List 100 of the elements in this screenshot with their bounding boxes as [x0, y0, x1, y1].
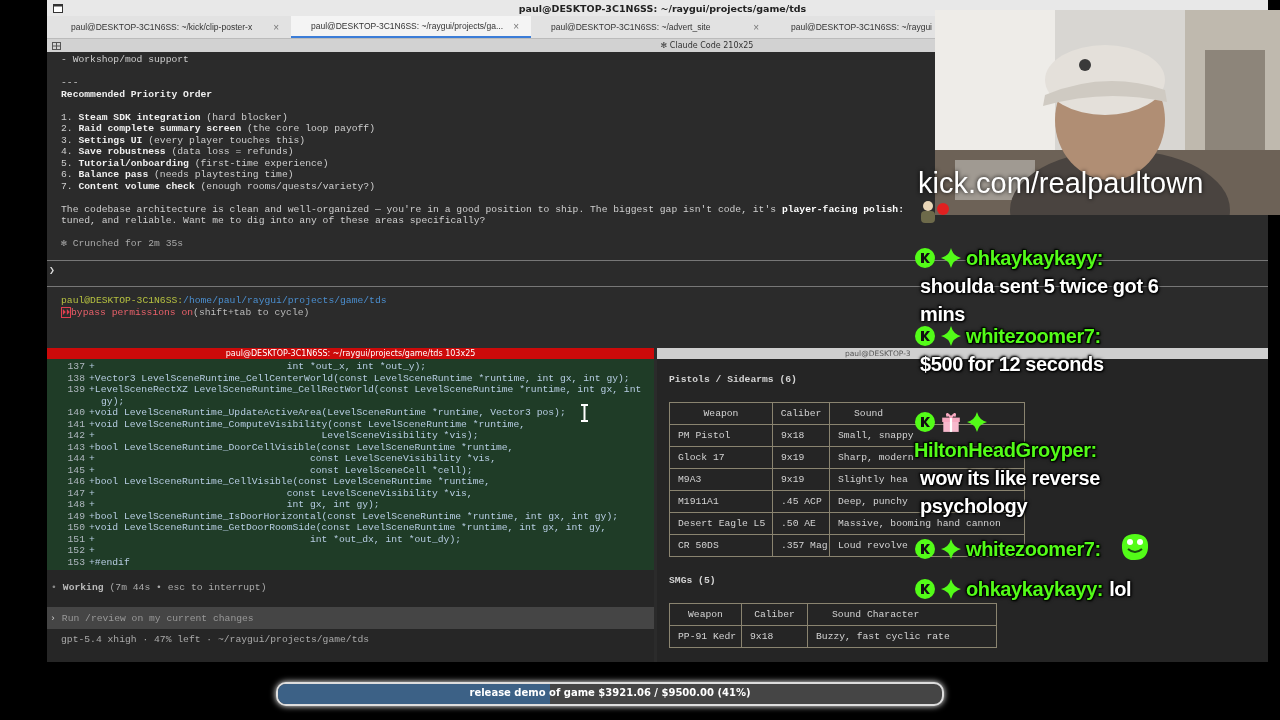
- table-cell: PP-91 Kedr: [669, 625, 742, 648]
- code-line: + const LevelSceneVisibility *vis,: [89, 487, 473, 499]
- line-number: 151: [66, 533, 86, 545]
- priority-item: 2. Raid complete summary screen (the core loop payoff): [61, 123, 375, 135]
- line-number: 147: [66, 487, 86, 499]
- priority-item: 1. Steam SDK integration (hard blocker): [61, 111, 288, 123]
- section-title: Pistols / Sidearms (6): [669, 374, 797, 385]
- code-line: +void LevelSceneRuntime_UpdateActiveArea(LevelSceneRuntime *runtime, Vector3 pos);: [89, 407, 566, 419]
- goal-label: release demo of game $3921.06 / $9500.00 (41%): [468, 687, 752, 698]
- chat-username: ohkaykaykayy:: [966, 578, 1104, 600]
- text-cursor-icon: [580, 404, 589, 422]
- pane-titlebar: paul@DESKTOP-3C1N6SS: ~/raygui/projects/game/tds 103x25: [47, 348, 654, 359]
- section-heading: Recommended Priority Order: [61, 88, 213, 100]
- channel-url: kick.com/realpaultown: [918, 167, 1204, 200]
- table-cell: PM Pistol: [669, 424, 773, 447]
- priority-item: 5. Tutorial/onboarding (first-time experience): [61, 157, 329, 169]
- code-line: + LevelSceneVisibility *vis);: [89, 430, 479, 442]
- code-line: +LevelSceneRectXZ LevelSceneRuntime_CellRectWorld(const LevelSceneRuntime *runtime, int gx, int: [89, 384, 642, 396]
- output-line: - Workshop/mod support: [61, 54, 189, 66]
- line-number: 149: [66, 510, 86, 522]
- table-cell: 9x18: [772, 424, 830, 447]
- table-cell: M1911A1: [669, 490, 773, 513]
- kick-badge-icon: [914, 538, 936, 560]
- code-line: +bool LevelSceneRuntime_CellVisible(const LevelSceneRuntime *runtime,: [89, 476, 491, 488]
- chat-message: lol: [1109, 577, 1132, 602]
- table-cell: Glock 17: [669, 446, 773, 469]
- diamond-badge-icon: [966, 411, 988, 433]
- column-header: Caliber: [741, 603, 808, 626]
- priority-item: 4. Save robustness (data loss = refunds): [61, 146, 294, 158]
- column-header: Weapon: [669, 603, 742, 626]
- input-field[interactable]: › Run /review on my current changes: [47, 607, 654, 629]
- table-cell: CR 50DS: [669, 534, 773, 557]
- mode-icon: ⏵⏵: [61, 306, 71, 318]
- line-number: 141: [66, 418, 86, 430]
- table-cell: M9A3: [669, 468, 773, 491]
- priority-item: 7. Content volume check (enough rooms/quests/variety?): [61, 180, 375, 192]
- table-cell: 9x19: [772, 468, 830, 491]
- terminal-tab[interactable]: paul@DESKTOP-3C1N6SS: ~/advert_site ×: [531, 16, 771, 38]
- terminal-tab[interactable]: paul@DESKTOP-3C1N6SS: ~/kick/clip-poster-x ×: [51, 16, 291, 38]
- window-title: paul@DESKTOP-3C1N6SS: ~/raygui/projects/game/tds: [517, 2, 808, 14]
- priority-item: 3. Settings UI (every player touches this): [61, 134, 306, 146]
- chat-message: $500 for 12 seconds: [920, 352, 1104, 377]
- summary-paragraph: The codebase architecture is clean and well-organized — you're in a good position to ship. The biggest gap isn't code, it's player-facing polish: tuned, and reliable. Want me to dig into any of these areas specifically?: [61, 203, 904, 227]
- status-footer: gpt-5.4 xhigh · 47% left · ~/raygui/projects/game/tds: [47, 629, 654, 645]
- line-number: 152: [66, 545, 86, 557]
- prompt-input[interactable]: Run /review on my current changes: [61, 612, 654, 624]
- layout-icon[interactable]: [52, 41, 61, 50]
- table-cell: 9x19: [772, 446, 830, 469]
- status-detail: (7m 44s • esc to interrupt): [109, 581, 267, 593]
- line-number: 150: [66, 522, 86, 534]
- diamond-badge-icon: [940, 325, 962, 347]
- code-line: + int *out_x, int *out_y);: [89, 361, 427, 373]
- terminal-tab[interactable]: paul@DESKTOP-3C1N6SS: ~/raygui: [771, 16, 932, 38]
- diamond-badge-icon: [940, 538, 962, 560]
- kick-badge-icon: [914, 325, 936, 347]
- chat-username: ohkaykaykayy:: [966, 247, 1104, 269]
- code-line: +bool LevelSceneRuntime_DoorCellVisible(const LevelSceneRuntime *runtime,: [89, 441, 514, 453]
- kick-badge-icon: [914, 578, 936, 600]
- section-title: SMGs (5): [669, 575, 716, 586]
- mode-label: bypass permissions on: [71, 306, 194, 318]
- column-header: Caliber: [772, 402, 830, 425]
- line-number: 140: [66, 407, 86, 419]
- kick-badge-icon: [914, 247, 936, 269]
- diamond-badge-icon: [940, 247, 962, 269]
- code-line: +#endif: [89, 556, 130, 568]
- terminal-tab[interactable]: paul@DESKTOP-3C1N6SS: ~/raygui/projects/ga... ×: [291, 16, 531, 38]
- line-number: 142: [66, 430, 86, 442]
- table-cell: Desert Eagle L5: [669, 512, 773, 535]
- line-number: 145: [66, 464, 86, 476]
- code-line: gy);: [100, 395, 125, 407]
- code-line: +bool LevelSceneRuntime_IsDoorHorizontal(const LevelSceneRuntime *runtime, int gx, int gy);: [89, 510, 619, 522]
- line-number: 153: [66, 556, 86, 568]
- chat-username: whitezoomer7:: [966, 538, 1101, 560]
- table-cell: 9x18: [741, 625, 808, 648]
- code-line: +: [89, 545, 95, 557]
- code-line: + const LevelSceneCell *cell);: [89, 464, 473, 476]
- kick-badge-icon: [914, 411, 936, 433]
- status-bullet: •: [51, 581, 57, 593]
- code-line: + int *out_dx, int *out_dy);: [89, 533, 462, 545]
- code-line: + int gx, int gy);: [89, 499, 380, 511]
- table-cell: .50 AE: [772, 512, 830, 535]
- diamond-badge-icon: [940, 578, 962, 600]
- priority-item: 6. Balance pass (needs playtesting time): [61, 169, 294, 181]
- line-number: 144: [66, 453, 86, 465]
- status-label: Working: [62, 581, 104, 593]
- chat-username: whitezoomer7:: [966, 325, 1101, 347]
- shell-path: /home/paul/raygui/projects/game/tds: [183, 295, 387, 306]
- line-number: 146: [66, 476, 86, 488]
- table-cell: .45 ACP: [772, 490, 830, 513]
- output-line: ---: [61, 77, 79, 89]
- column-header: Weapon: [669, 402, 773, 425]
- status-line: ✻ Crunched for 2m 35s: [61, 238, 184, 250]
- line-number: 138: [66, 372, 86, 384]
- table-cell: .357 Mag: [772, 534, 830, 557]
- prompt-caret: ›: [50, 612, 56, 624]
- line-number: 137: [66, 361, 86, 373]
- table-cell: Buzzy, fast cyclic rate: [807, 625, 997, 648]
- code-line: +void LevelSceneRuntime_ComputeVisibility(const LevelSceneRuntime *runtime,: [89, 418, 525, 430]
- line-number: 139: [66, 384, 86, 396]
- code-line: +Vector3 LevelSceneRuntime_CellCenterWorld(const LevelSceneRuntime *runtime, int gx, int gy);: [89, 372, 630, 384]
